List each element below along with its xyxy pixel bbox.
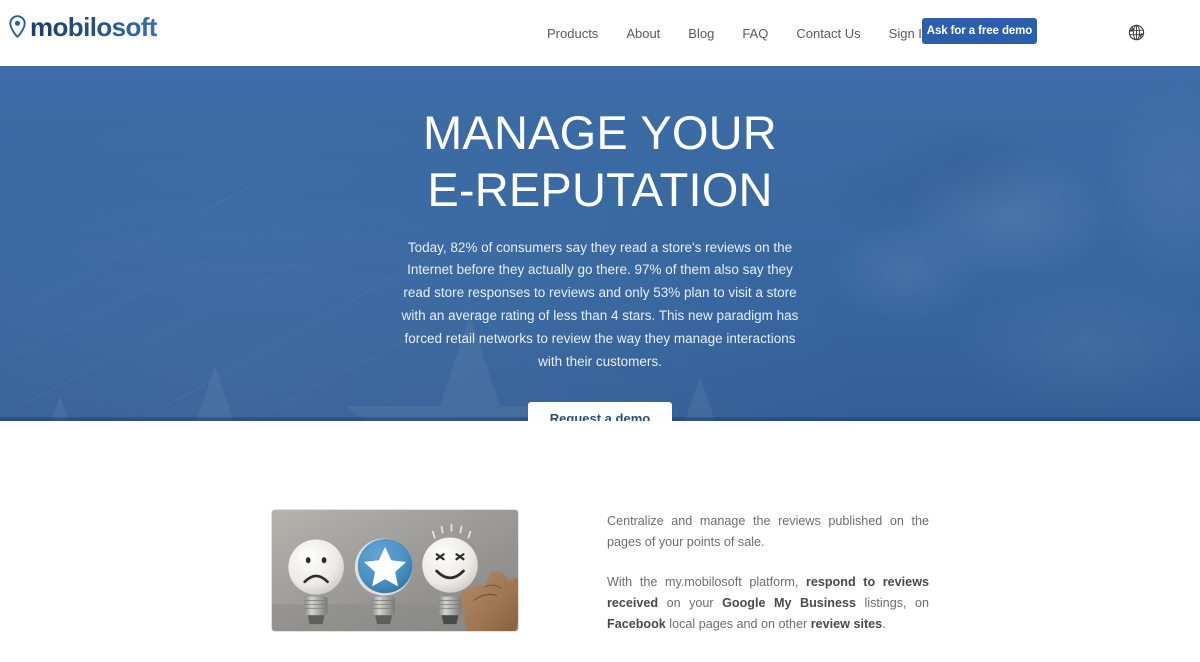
section-text-column: Centralize and manage the reviews publis… — [607, 509, 929, 635]
paragraph-platform: With the my.mobilosoft platform, respond… — [607, 572, 929, 635]
nav-item-products[interactable]: Products — [547, 27, 612, 40]
nav-item-contact-us[interactable]: Contact Us — [782, 27, 874, 40]
ask-for-free-demo-button[interactable]: Ask for a free demo — [922, 18, 1037, 44]
hero-paragraph: Today, 82% of consumers say they read a … — [401, 239, 799, 369]
reviews-overview-section: Centralize and manage the reviews publis… — [0, 421, 1200, 662]
hero-title-line-2: E-REPUTATION — [427, 163, 773, 217]
text-part-1: With the my.mobilosoft platform, — [607, 575, 806, 589]
logo-wordmark: mobilosoft — [30, 12, 157, 42]
nav-item-faq[interactable]: FAQ — [728, 27, 782, 40]
text-part-3: listings, on — [856, 596, 929, 610]
main-navigation: Products About Blog FAQ Contact Us Sign … — [547, 0, 943, 66]
text-bold-facebook: Facebook — [607, 617, 666, 631]
hero-section: MANAGE YOUR E-REPUTATION Today, 82% of c… — [0, 66, 1200, 421]
text-part-5: . — [882, 617, 886, 631]
text-bold-review-sites: review sites — [810, 617, 883, 631]
text-part-2: on your — [658, 596, 723, 610]
text-part-4: local pages and on other — [665, 617, 811, 631]
hero-title: MANAGE YOUR E-REPUTATION — [0, 108, 1200, 215]
text-bold-google-my-business: Google My Business — [722, 596, 856, 610]
hero-title-line-1: MANAGE YOUR — [423, 106, 777, 159]
location-pin-icon — [9, 15, 26, 38]
site-header: mobilosoft Products About Blog FAQ Conta… — [0, 0, 1200, 66]
lightbulbs-image — [271, 509, 519, 632]
paragraph-centralize: Centralize and manage the reviews publis… — [607, 514, 929, 549]
globe-icon — [1128, 24, 1144, 40]
request-a-demo-button[interactable]: Request a demo — [527, 402, 673, 421]
nav-item-about[interactable]: About — [612, 27, 674, 40]
logo-home-link[interactable]: mobilosoft — [8, 12, 157, 42]
language-switch-button[interactable] — [1126, 22, 1146, 42]
nav-item-blog[interactable]: Blog — [674, 27, 728, 40]
